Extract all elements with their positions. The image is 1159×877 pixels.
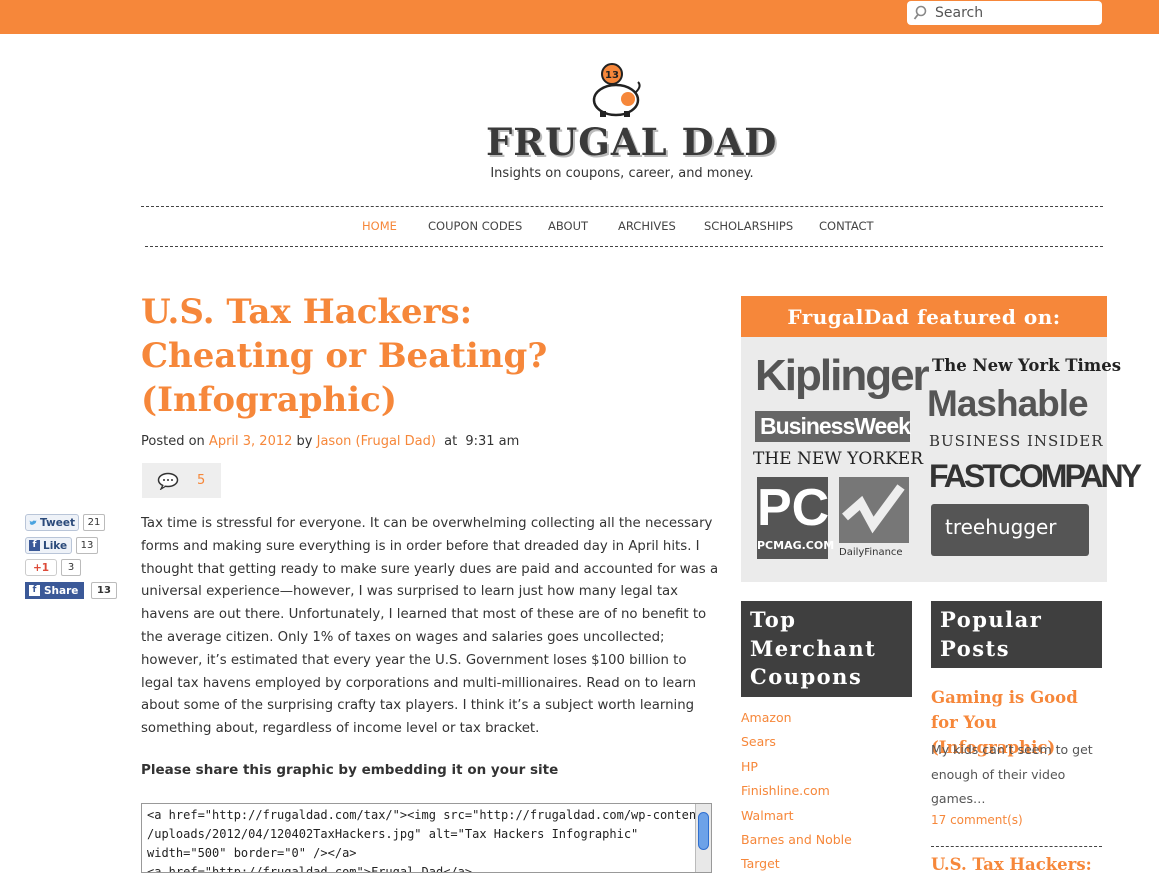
comment-bubble-icon [157,472,179,490]
google-plusone-button[interactable]: +1 [25,559,57,576]
featured-on-heading: FrugalDad featured on: [741,296,1107,337]
merchant-link-finishline[interactable]: Finishline.com [741,779,852,803]
pcmag-logo: PC PCMAG.COM [757,477,835,559]
tweet-count: 21 [83,514,105,531]
main-nav: HOME COUPON CODES ABOUT ARCHIVES SCHOLAR… [0,219,1159,235]
businessweek-logo: BusinessWeek [755,411,911,442]
featured-logos: Kiplinger The New York Times BusinessWee… [741,337,1142,582]
merchant-link-target[interactable]: Target [741,852,852,876]
post-date-link[interactable]: April 3, 2012 [209,434,292,449]
plusone-label: +1 [33,561,50,574]
popular-divider [931,846,1102,847]
share-graphic-heading: Please share this graphic by embedding i… [141,762,559,778]
popular-posts-heading: Popular Posts [931,601,1102,668]
dailyfinance-logo: DailyFinance [839,477,909,561]
twitter-bird-icon [29,519,37,525]
search-icon [913,5,927,20]
embed-line: /uploads/2012/04/120402TaxHackers.jpg" a… [147,827,639,841]
nytimes-logo: The New York Times [932,356,1122,375]
embed-line: width="500" border="0" /></a> [147,846,357,860]
comment-count-button[interactable]: 5 [142,463,221,498]
comment-count: 5 [197,473,206,488]
dailyfinance-mark [839,477,909,543]
nav-scholarships[interactable]: SCHOLARSHIPS [704,219,793,233]
facebook-share-icon: f [29,585,40,596]
dailyfinance-label: DailyFinance [839,547,903,558]
piggy-bank-logo[interactable]: 13 [588,62,644,120]
facebook-share-button[interactable]: f Share [25,582,84,599]
search-placeholder: Search [935,5,984,21]
at-label: at [444,434,458,449]
embed-line: <a href="http://frugaldad.com">Frugal Da… [147,865,473,873]
tweet-label: Tweet [40,516,75,529]
logo-badge-number: 13 [605,70,619,81]
nav-about[interactable]: ABOUT [548,219,588,233]
nav-divider-top [141,206,1103,207]
site-tagline: Insights on coupons, career, and money. [490,166,754,181]
popular-post-next-title[interactable]: U.S. Tax Hackers: [931,855,1106,874]
fastcompany-logo: FASTCOMPANY [929,458,1142,494]
merchant-link-barnes-and-noble[interactable]: Barnes and Noble [741,828,852,852]
share-label: Share [44,584,79,597]
nav-archives[interactable]: ARCHIVES [618,219,676,233]
top-merchant-coupons-heading: Top Merchant Coupons [741,601,912,697]
merchant-link-sears[interactable]: Sears [741,730,852,754]
popular-post-comments-link[interactable]: 17 comment(s) [931,813,1023,827]
post-title[interactable]: U.S. Tax Hackers: Cheating or Beating? (… [141,290,601,422]
post-body: Tax time is stressful for everyone. It c… [141,516,719,737]
author-link[interactable]: Jason (Frugal Dad) [317,434,436,449]
heading-line: Posts [940,635,1011,661]
post-meta: Posted on April 3, 2012 by Jason (Frugal… [141,434,519,449]
share-count: 13 [91,582,117,599]
embed-scroll-thumb[interactable] [698,812,709,850]
facebook-like-button[interactable]: f Like [25,537,72,554]
search-input[interactable]: Search [907,1,1102,25]
popular-post-excerpt: My kids can’t seem to get enough of thei… [931,742,1093,806]
heading-line: Coupons [750,664,863,689]
embed-scrollbar[interactable] [695,804,711,872]
business-insider-logo: BUSINESS INSIDER [929,432,1104,450]
merchant-link-hp[interactable]: HP [741,755,852,779]
embed-code-textarea[interactable]: <a href="http://frugaldad.com/tax/"><img… [141,803,712,873]
heading-line: Popular [940,607,1043,632]
pcmag-domain: PCMAG.COM [757,539,835,552]
embed-line: <a href="http://frugaldad.com/tax/"><img… [147,808,704,822]
mashable-logo: Mashable [927,383,1089,424]
posted-on-label: Posted on [141,434,205,449]
merchant-link-amazon[interactable]: Amazon [741,706,852,730]
facebook-icon: f [29,540,40,551]
site-title[interactable]: FRUGAL DAD [486,120,776,164]
pcmag-letters: PC [757,479,830,537]
heading-line: Merchant [750,635,877,661]
post-time: 9:31 am [465,434,520,449]
plusone-count: 3 [61,559,81,576]
treehugger-logo: treehugger [931,504,1089,556]
tweet-button[interactable]: Tweet [25,514,79,531]
new-yorker-logo: THE NEW YORKER [753,449,924,469]
nav-contact[interactable]: CONTACT [819,219,874,233]
by-label: by [296,434,313,449]
nav-coupon-codes[interactable]: COUPON CODES [428,219,522,233]
like-count: 13 [76,537,98,554]
merchant-link-walmart[interactable]: Walmart [741,804,852,828]
like-label: Like [43,539,68,552]
nav-home[interactable]: HOME [362,219,397,233]
treehugger-label: treehugger [945,515,1057,539]
merchant-list: Amazon Sears HP Finishline.com Walmart B… [741,706,852,877]
heading-line: Top [750,607,797,632]
nav-divider-bottom [145,246,1103,247]
kiplinger-logo: Kiplinger [755,351,930,400]
